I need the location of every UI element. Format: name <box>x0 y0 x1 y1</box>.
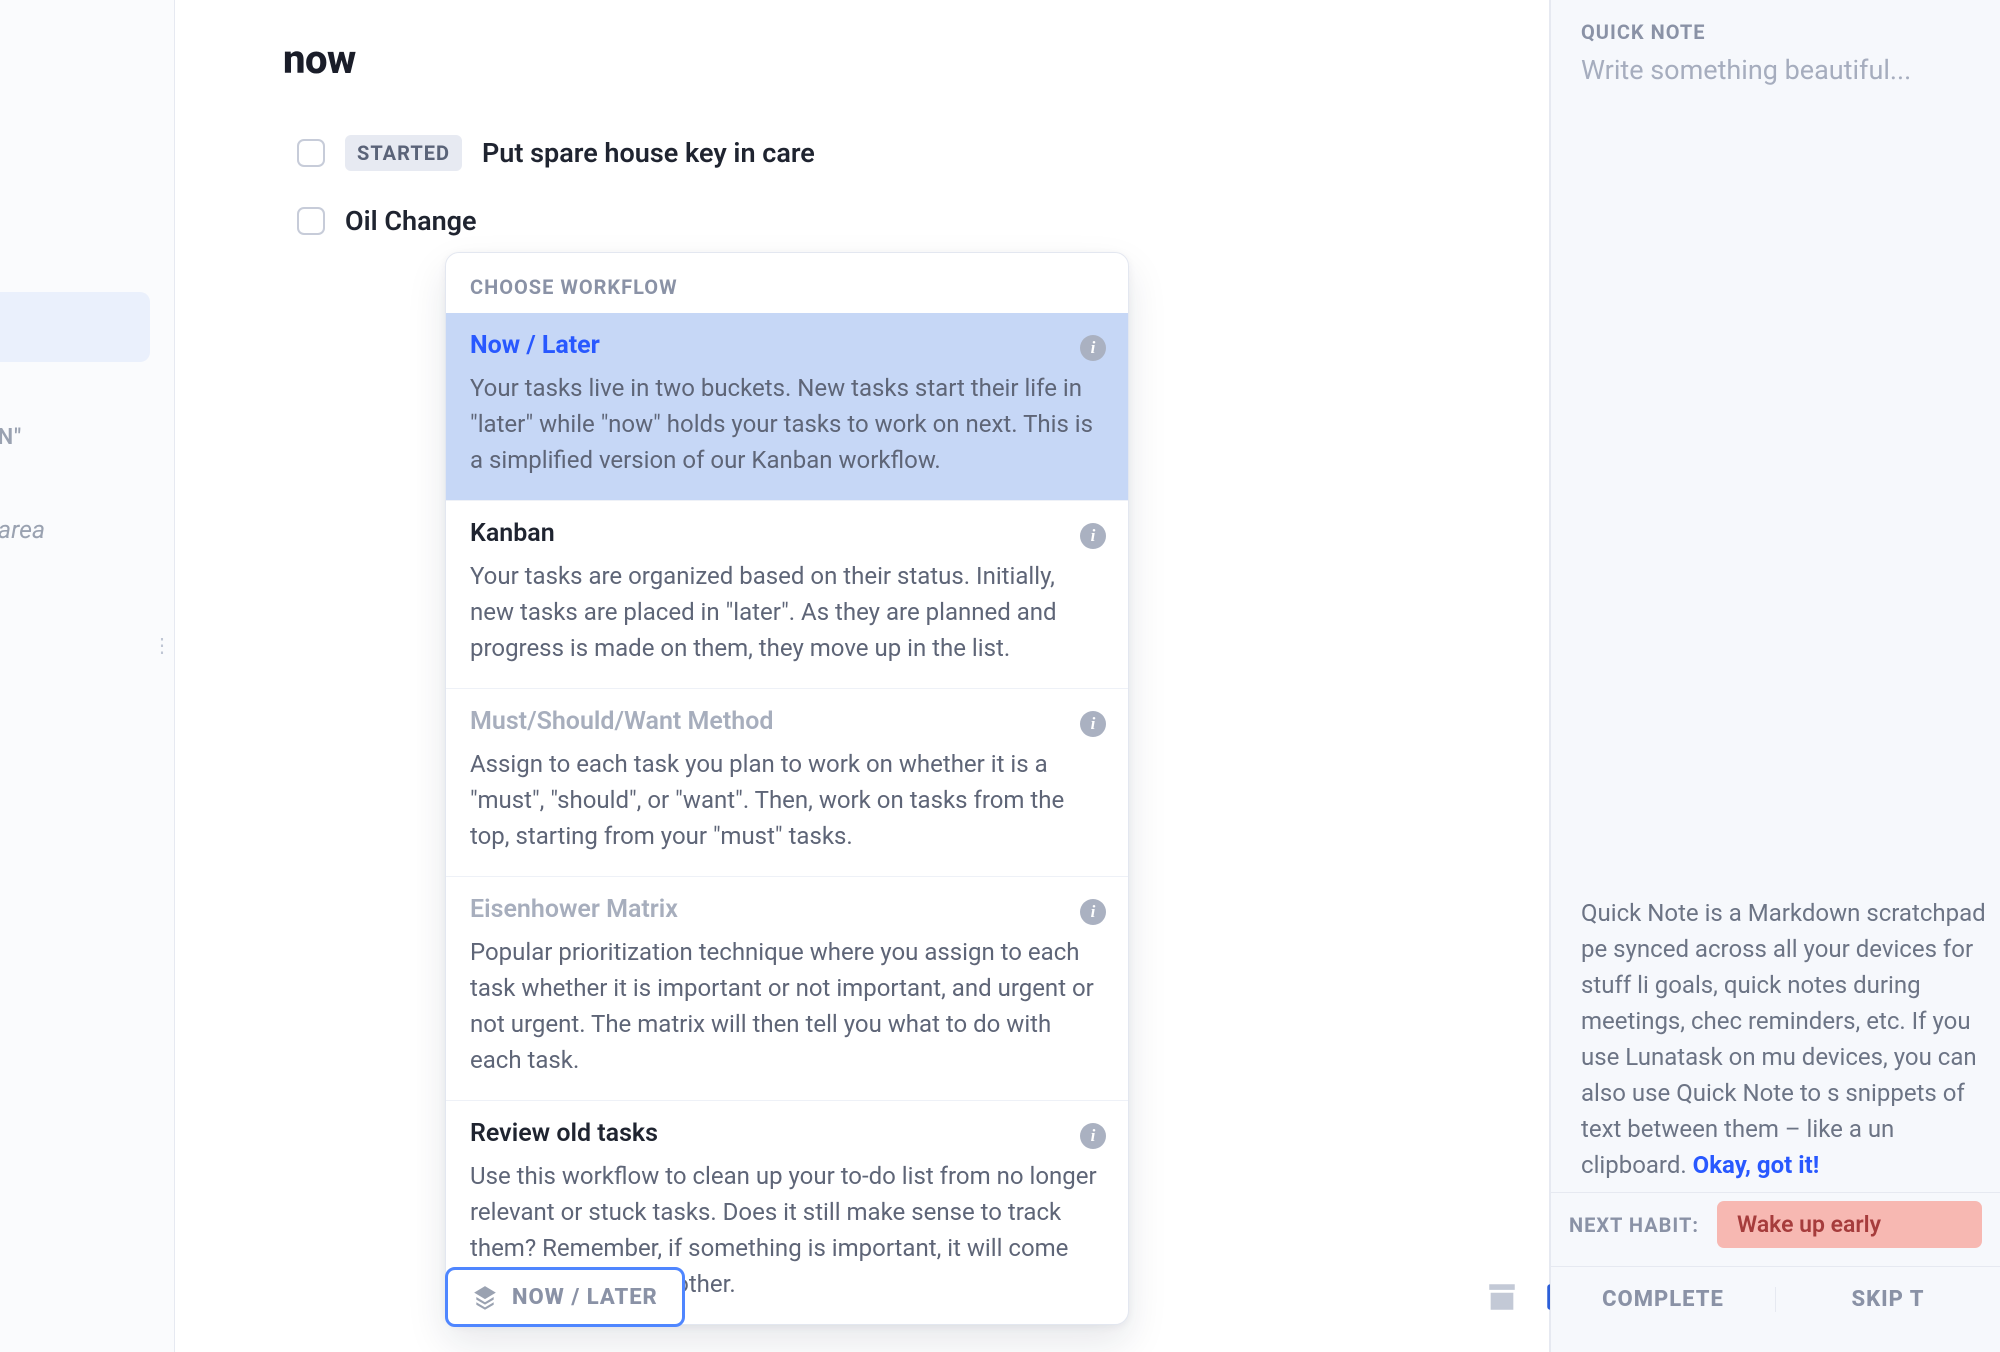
workflow-option-kanban[interactable]: Kanban Your tasks are organized based on… <box>446 500 1128 688</box>
info-icon[interactable] <box>1080 899 1106 925</box>
workflow-title: Must/Should/Want Method <box>470 707 1104 736</box>
task-row[interactable]: STARTED Put spare house key in care <box>283 135 1441 171</box>
workflow-description: Popular prioritization technique where y… <box>470 934 1104 1078</box>
main-panel: now STARTED Put spare house key in care … <box>175 0 1550 1352</box>
task-status-pill: STARTED <box>345 135 462 171</box>
popover-header: CHOOSE WORKFLOW <box>470 275 678 299</box>
workflow-description: Your tasks live in two buckets. New task… <box>470 370 1104 478</box>
habit-skip-button[interactable]: SKIP T <box>1775 1287 2000 1312</box>
task-checkbox[interactable] <box>297 139 325 167</box>
workflow-title: Review old tasks <box>470 1119 1104 1148</box>
section-title: now <box>283 36 1441 83</box>
quick-note-header: QUICK NOTE <box>1551 0 2000 54</box>
workflow-description: Assign to each task you plan to work on … <box>470 746 1104 854</box>
archive-icon[interactable] <box>1482 1277 1522 1317</box>
workflow-title: Now / Later <box>470 331 1104 360</box>
task-checkbox[interactable] <box>297 207 325 235</box>
workflow-description: Your tasks are organized based on their … <box>470 558 1104 666</box>
left-sidebar-fragment: ork on MIN" his area ⋮⋮ <box>0 0 175 1352</box>
habit-actions: COMPLETE SKIP T <box>1551 1266 2000 1332</box>
right-sidebar: QUICK NOTE Write something beautiful... … <box>1550 0 2000 1352</box>
task-label: Put spare house key in care <box>482 137 815 169</box>
habit-complete-button[interactable]: COMPLETE <box>1551 1287 1775 1312</box>
sidebar-empty-fragment: his area <box>0 516 45 545</box>
info-icon[interactable] <box>1080 1123 1106 1149</box>
next-habit-chip[interactable]: Wake up early <box>1717 1201 1982 1248</box>
workflow-title: Kanban <box>470 519 1104 548</box>
sidebar-tag-fragment: MIN" <box>0 425 22 450</box>
workflow-title: Eisenhower Matrix <box>470 895 1104 924</box>
quick-note-help-text: Quick Note is a Markdown scratchpad pe s… <box>1581 895 2000 1183</box>
workflow-option-eisenhower[interactable]: Eisenhower Matrix Popular prioritization… <box>446 876 1128 1100</box>
workflow-selector-button[interactable]: NOW / LATER <box>445 1267 685 1327</box>
quick-note-editor[interactable]: Write something beautiful... <box>1551 54 2000 86</box>
workflow-option-must-should-want[interactable]: Must/Should/Want Method Assign to each t… <box>446 688 1128 876</box>
next-habit-bar: NEXT HABIT: Wake up early <box>1551 1192 2000 1256</box>
bottom-toolbar: NOW / LATER <box>445 1262 1638 1332</box>
next-habit-label: NEXT HABIT: <box>1569 1213 1699 1237</box>
info-icon[interactable] <box>1080 711 1106 737</box>
workflow-option-now-later[interactable]: Now / Later Your tasks live in two bucke… <box>446 313 1128 500</box>
info-icon[interactable] <box>1080 523 1106 549</box>
info-icon[interactable] <box>1080 335 1106 361</box>
task-row[interactable]: Oil Change <box>283 205 1441 237</box>
quick-note-dismiss-link[interactable]: Okay, got it! <box>1693 1151 1820 1179</box>
quick-note-placeholder: Write something beautiful... <box>1581 54 1911 86</box>
layers-icon <box>472 1284 498 1310</box>
workflow-selector-label: NOW / LATER <box>512 1285 658 1310</box>
task-label: Oil Change <box>345 205 477 237</box>
choose-workflow-popover: CHOOSE WORKFLOW Now / Later Your tasks l… <box>445 252 1129 1325</box>
sidebar-selected-highlight[interactable] <box>0 292 150 362</box>
